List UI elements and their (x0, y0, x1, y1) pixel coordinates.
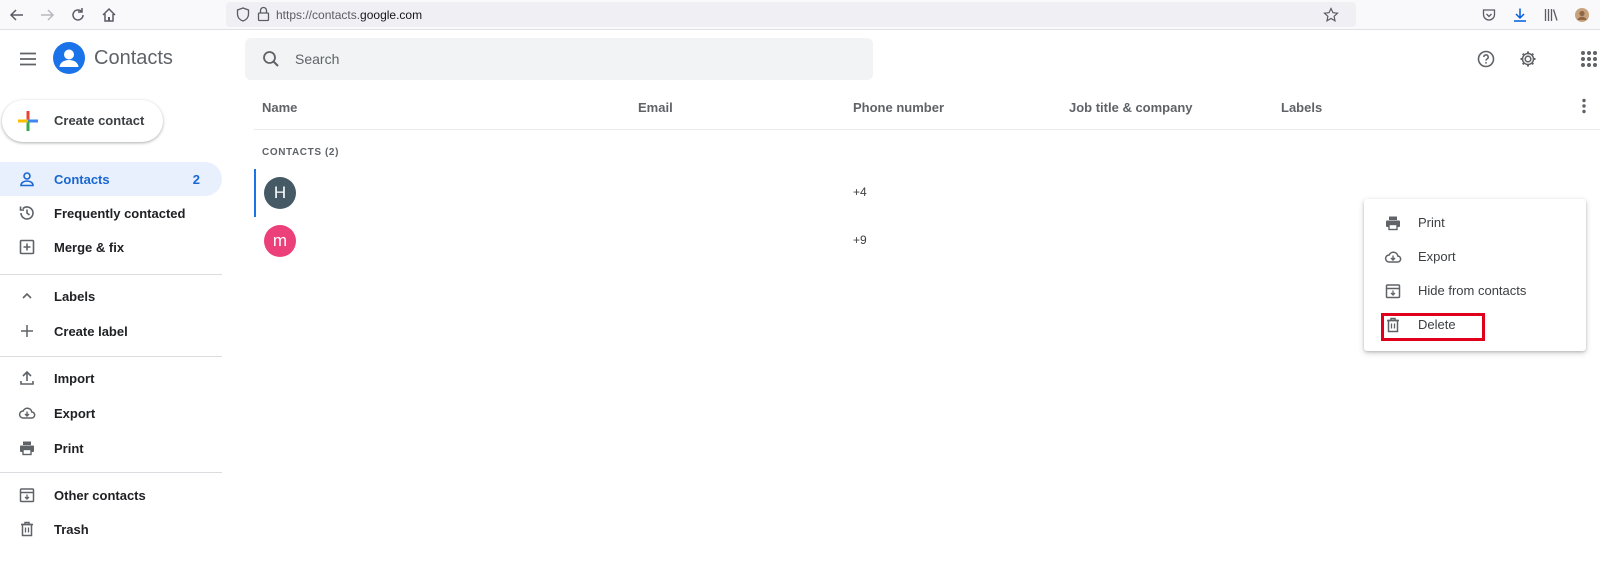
create-contact-label: Create contact (54, 113, 145, 128)
contacts-logo-icon[interactable] (53, 42, 85, 74)
url-bar[interactable]: https://contacts.google.com (226, 2, 1356, 27)
history-icon (18, 204, 36, 222)
print-icon (1384, 214, 1402, 232)
column-header-job-company[interactable]: Job title & company (1069, 100, 1193, 115)
hamburger-icon (20, 52, 36, 66)
avatar[interactable]: m (264, 225, 296, 257)
sidebar-item-label: Import (54, 371, 95, 386)
column-header-labels[interactable]: Labels (1281, 100, 1322, 115)
person-icon (18, 170, 36, 188)
menu-item-label: Export (1418, 249, 1456, 264)
sidebar-divider (0, 356, 222, 357)
archive-icon (1384, 282, 1402, 300)
menu-item-export[interactable]: Export (1364, 239, 1586, 273)
sidebar-item-merge-fix[interactable]: Merge & fix (0, 230, 222, 264)
home-icon[interactable] (99, 5, 119, 25)
search-bar[interactable] (245, 38, 873, 80)
sidebar-item-label: Export (54, 406, 96, 421)
apps-grid-icon[interactable] (1578, 45, 1600, 73)
delete-highlight-box (1381, 313, 1485, 341)
bookmark-star-icon[interactable] (1321, 5, 1341, 25)
main-menu-button[interactable] (14, 45, 42, 73)
sidebar-item-labels[interactable]: Labels (0, 279, 222, 313)
phone-cell: +4 (853, 185, 867, 199)
browser-toolbar: https://contacts.google.com (0, 0, 1600, 30)
column-header-email[interactable]: Email (638, 100, 673, 115)
cloud-download-icon (1384, 248, 1402, 266)
reload-icon[interactable] (68, 5, 88, 25)
sidebar-item-label: Contacts (54, 172, 110, 187)
upload-icon (18, 369, 36, 387)
sidebar-item-contacts[interactable]: Contacts 2 (0, 162, 222, 196)
column-header-name[interactable]: Name (262, 100, 297, 115)
cloud-download-icon (18, 404, 36, 422)
downloads-icon[interactable] (1510, 5, 1530, 25)
account-avatar-icon[interactable] (1572, 5, 1592, 25)
more-options-icon[interactable] (1574, 95, 1594, 117)
menu-item-label: Print (1418, 215, 1445, 230)
section-label: CONTACTS (2) (262, 147, 340, 158)
menu-item-hide-from-contacts[interactable]: Hide from contacts (1364, 273, 1586, 307)
sidebar-item-label: Create label (54, 324, 128, 339)
colorful-plus-icon (16, 109, 40, 138)
sidebar-item-label: Labels (54, 289, 96, 304)
sidebar-item-create-label[interactable]: Create label (0, 314, 222, 348)
print-icon (18, 439, 36, 457)
sidebar-item-label: Trash (54, 522, 89, 537)
chevron-up-icon (18, 287, 36, 305)
menu-item-label: Hide from contacts (1418, 283, 1527, 298)
sidebar-item-label: Other contacts (54, 488, 146, 503)
url-text: https://contacts.google.com (276, 8, 423, 22)
sidebar-item-print[interactable]: Print (0, 431, 222, 465)
search-icon[interactable] (261, 49, 281, 74)
sidebar-divider (0, 274, 222, 275)
sidebar-item-import[interactable]: Import (0, 361, 222, 395)
sidebar-item-label: Print (54, 441, 84, 456)
forward-arrow-icon[interactable] (37, 5, 57, 25)
sidebar-item-trash[interactable]: Trash (0, 512, 222, 546)
contacts-count-badge: 2 (192, 172, 200, 187)
lock-icon[interactable] (257, 6, 270, 27)
merge-icon (18, 238, 36, 256)
sidebar-item-frequently-contacted[interactable]: Frequently contacted (0, 196, 222, 230)
back-arrow-icon[interactable] (7, 5, 27, 25)
archive-icon (18, 486, 36, 504)
library-icon[interactable] (1541, 5, 1561, 25)
create-contact-button[interactable]: Create contact (2, 100, 163, 142)
settings-gear-icon[interactable] (1514, 45, 1542, 73)
plus-icon (18, 322, 36, 340)
app-title[interactable]: Contacts (94, 47, 173, 70)
help-icon[interactable] (1472, 45, 1500, 73)
column-header-phone[interactable]: Phone number (853, 100, 944, 115)
pocket-icon[interactable] (1479, 5, 1499, 25)
avatar[interactable]: H (264, 177, 296, 209)
table-header-divider (254, 129, 1600, 130)
sidebar-item-other-contacts[interactable]: Other contacts (0, 478, 222, 512)
app-header: Contacts (0, 31, 1600, 87)
tracking-shield-icon[interactable] (236, 7, 250, 27)
search-input[interactable] (295, 38, 855, 80)
trash-icon (18, 520, 36, 538)
sidebar-item-export[interactable]: Export (0, 396, 222, 430)
phone-cell: +9 (853, 233, 867, 247)
sidebar-divider (0, 472, 222, 473)
sidebar-item-label: Merge & fix (54, 240, 125, 255)
sidebar-item-label: Frequently contacted (54, 206, 186, 221)
menu-item-print[interactable]: Print (1364, 205, 1586, 239)
